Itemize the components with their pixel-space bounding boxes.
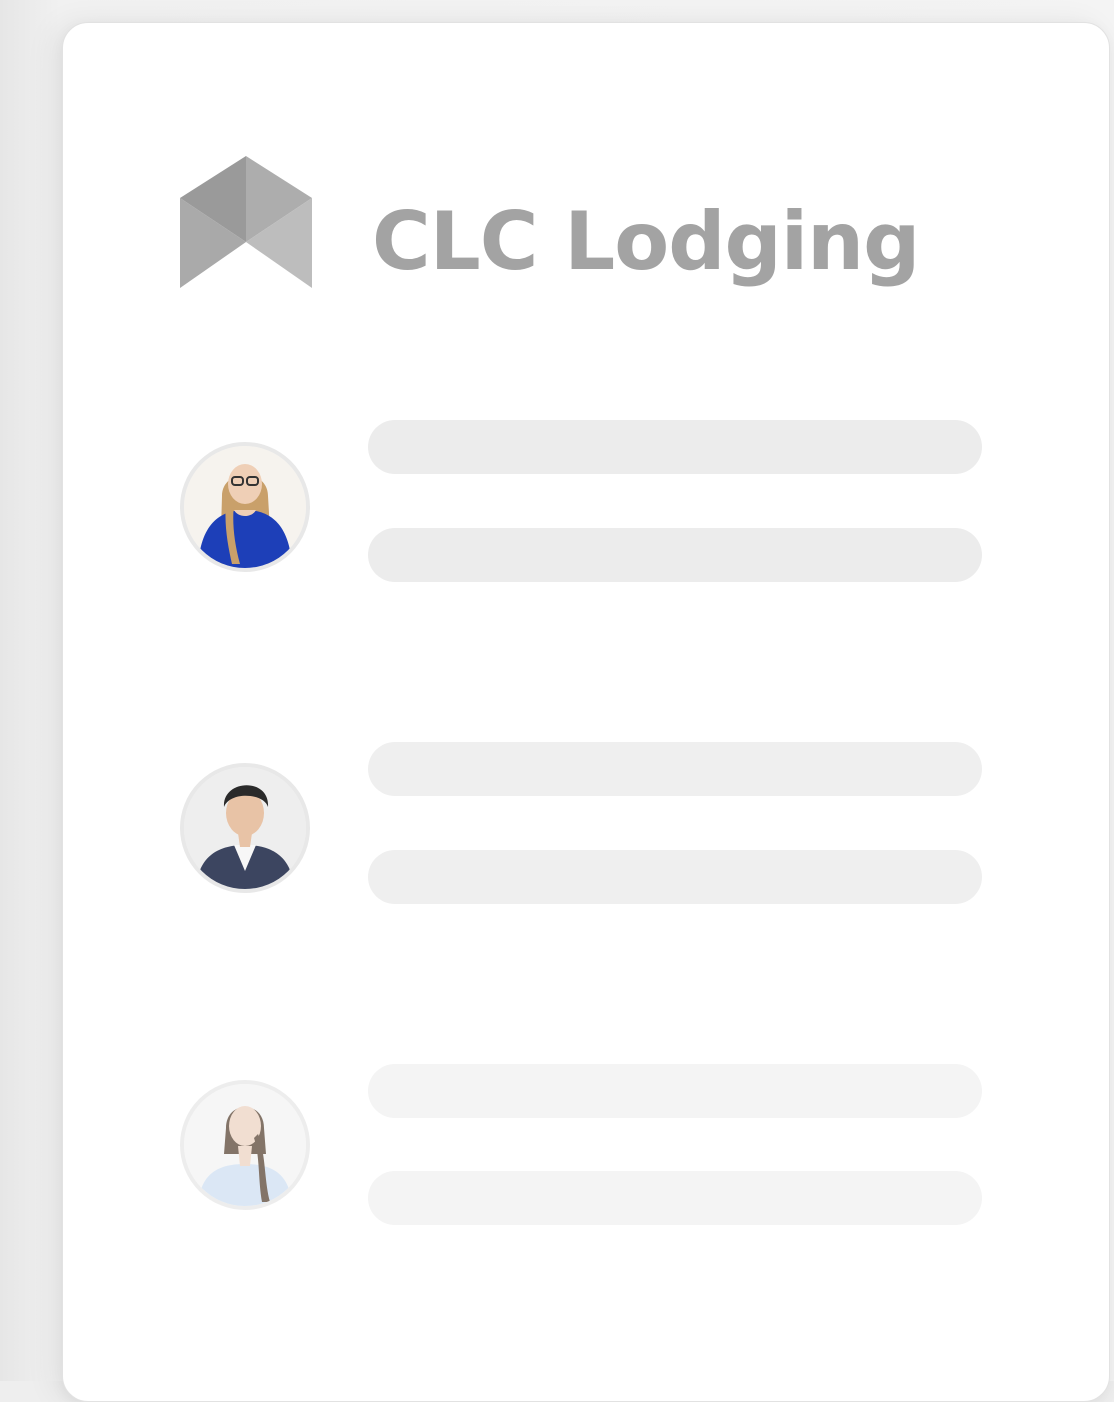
brand-name: CLC Lodging — [372, 195, 920, 288]
placeholder-line — [368, 1171, 982, 1225]
placeholder-line — [368, 742, 982, 796]
avatar[interactable] — [180, 763, 310, 893]
avatar[interactable] — [180, 442, 310, 572]
avatar[interactable] — [180, 1080, 310, 1210]
placeholder-line — [368, 420, 982, 474]
man-suit-avatar-icon — [184, 767, 306, 889]
placeholder-line — [368, 528, 982, 582]
woman-braid-avatar-icon — [184, 1084, 306, 1206]
brand-logo — [180, 152, 312, 292]
house-roof-logo-icon — [180, 156, 312, 288]
placeholder-line — [368, 850, 982, 904]
woman-glasses-blue-dress-avatar-icon — [184, 446, 306, 568]
placeholder-line — [368, 1064, 982, 1118]
